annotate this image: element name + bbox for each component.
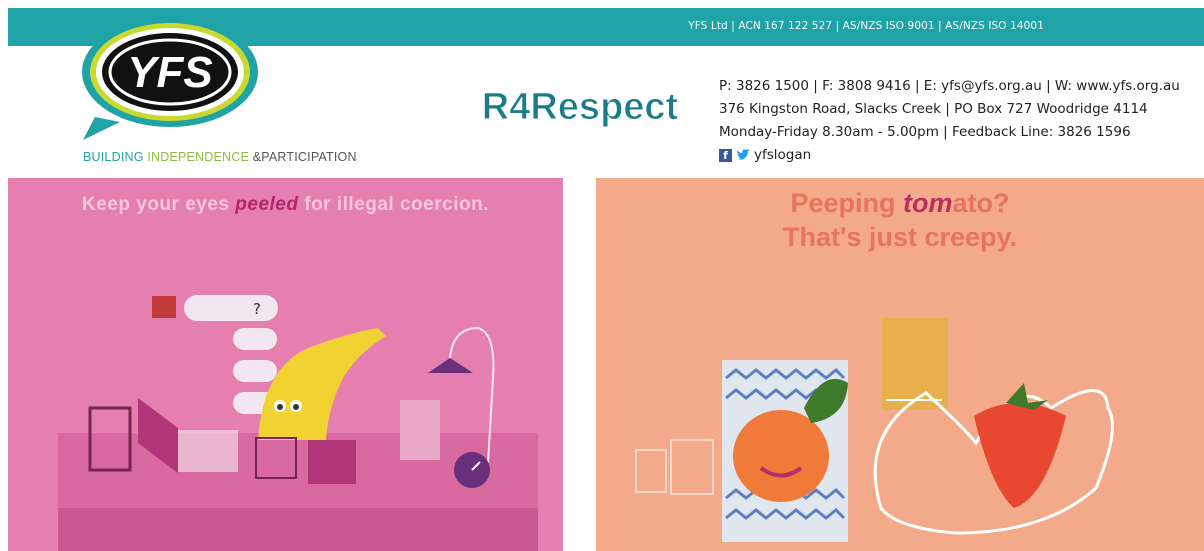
social-row: f yfslogan	[719, 144, 1180, 167]
company-registration: YFS Ltd | ACN 167 122 527 | AS/NZS ISO 9…	[688, 20, 1044, 32]
social-handle[interactable]: yfslogan	[754, 144, 811, 167]
chat-question: ?	[253, 300, 261, 318]
logo-text: YFS	[127, 48, 213, 97]
yfs-logo: YFS	[82, 17, 258, 140]
contact-phone-line: P: 3826 1500 | F: 3808 9416 | E: yfs@yfs…	[719, 78, 1180, 94]
banana-illustration: ?	[58, 295, 538, 551]
tagline: BUILDING INDEPENDENCE &PARTICIPATION	[83, 150, 357, 164]
tomato-illustration	[635, 318, 1114, 542]
contact-hours-line: Monday-Friday 8.30am - 5.00pm | Feedback…	[719, 124, 1131, 140]
tomato-campaign-panel: Peeping tomato? That's just creepy.	[596, 178, 1204, 551]
twitter-icon[interactable]	[736, 149, 750, 162]
r4respect-logo: R4Respect	[481, 86, 679, 129]
contact-address-line: 376 Kingston Road, Slacks Creek | PO Box…	[719, 101, 1148, 117]
facebook-icon[interactable]: f	[719, 149, 732, 162]
contact-block: P: 3826 1500 | F: 3808 9416 | E: yfs@yfs…	[719, 75, 1180, 167]
r4respect-text: R4Respect	[482, 86, 679, 128]
banana-campaign-panel: Keep your eyes peeled for illegal coerci…	[8, 178, 563, 551]
